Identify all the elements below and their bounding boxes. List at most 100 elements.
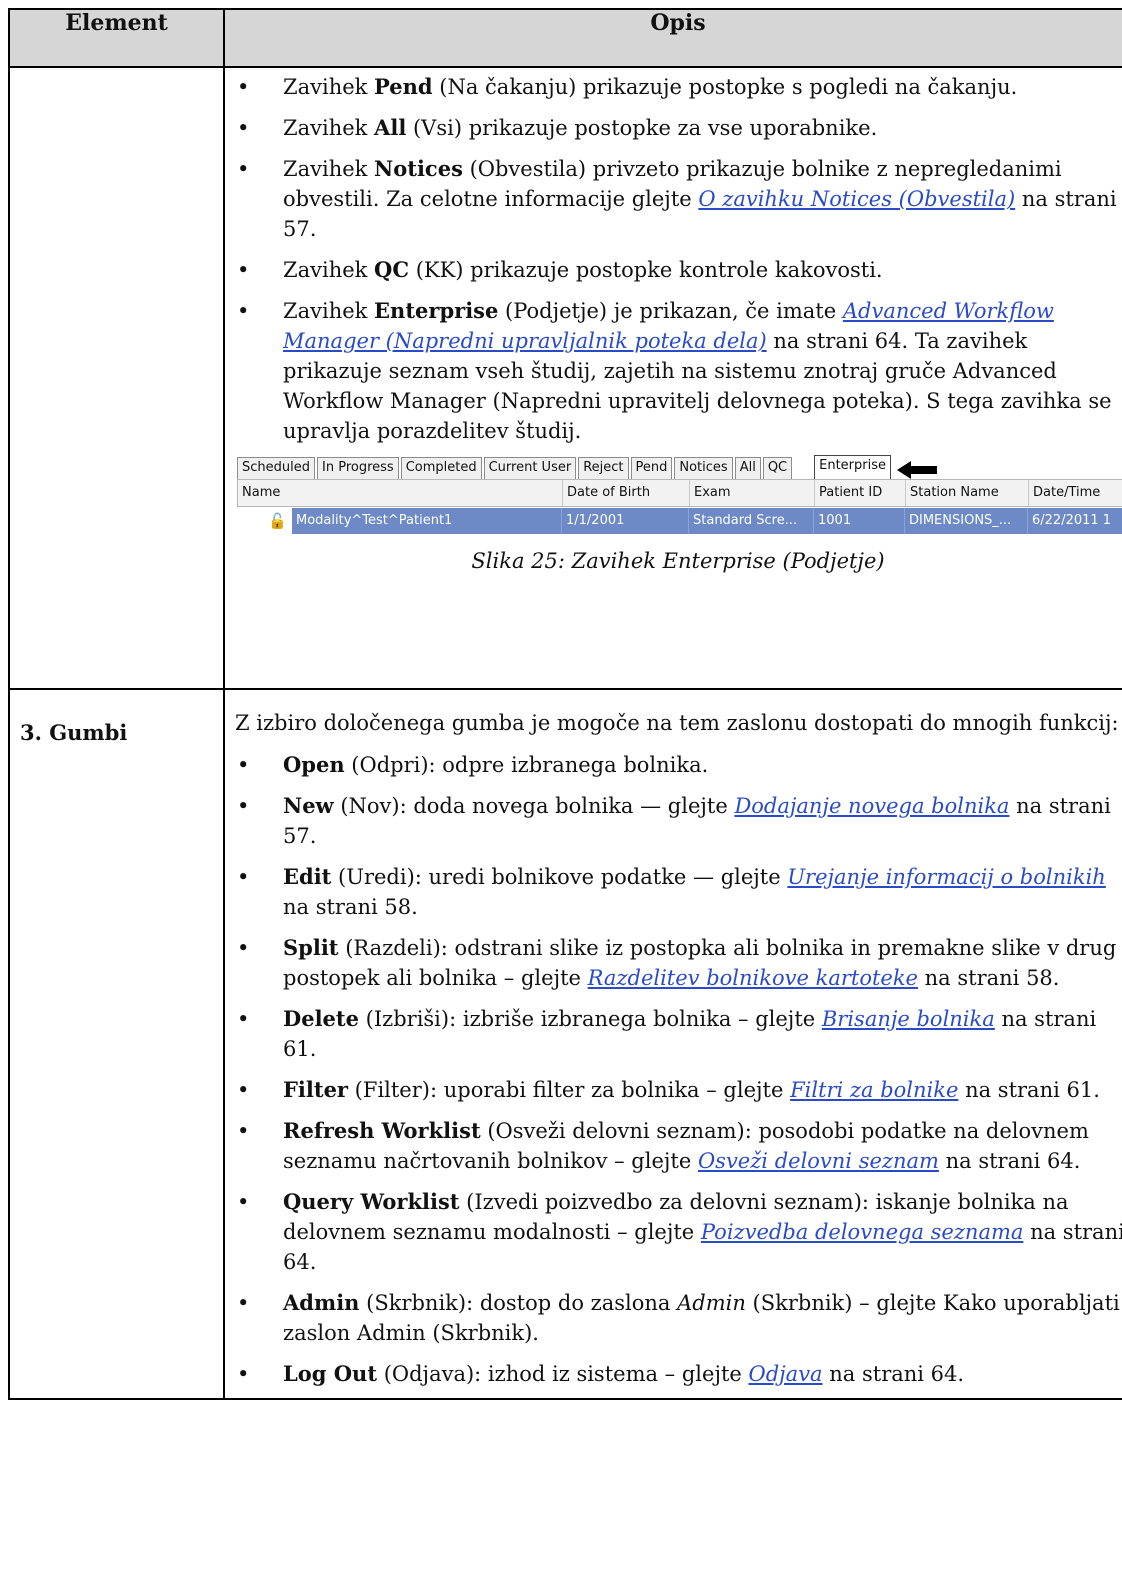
row1-bullet-item: Zavihek Notices (Obvestila) privzeto pri… (225, 152, 1122, 253)
table-cell: 🔓 Modality^Test^Patient1 (268, 507, 562, 534)
column-header[interactable]: Exam (690, 480, 815, 506)
bullet-text: (Vsi) prikazuje postopke za vse uporabni… (406, 116, 878, 140)
row1-bullet-item: Zavihek QC (KK) prikazuje postopke kontr… (225, 253, 1122, 294)
bullet-text: (Uredi): uredi bolnikove podatke — glejt… (331, 865, 788, 889)
bullet-term: Log Out (283, 1361, 378, 1386)
cross-reference-link[interactable]: Brisanje bolnika (822, 1007, 995, 1031)
figure-caption: Slika 25: Zavihek Enterprise (Podjetje) (471, 549, 885, 573)
header-description: Opis (223, 8, 1122, 68)
table-cell: DIMENSIONS_... (905, 507, 1028, 534)
column-header[interactable]: Patient ID (815, 480, 906, 506)
bullet-text: (Podjetje) je prikazan, če imate (498, 299, 843, 323)
row2-bullet-item: New (Nov): doda novega bolnika — glejte … (225, 789, 1122, 860)
row2-bullet-item: Filter (Filter): uporabi filter za bolni… (225, 1073, 1122, 1114)
tab-in-progress[interactable]: In Progress (317, 457, 399, 479)
row1-bullet-list: Zavihek Pend (Na čakanju) prikazuje post… (225, 68, 1122, 455)
bullet-text: (Odjava): izhod iz sistema – glejte (377, 1362, 749, 1386)
row1-bullet-item: Zavihek All (Vsi) prikazuje postopke za … (225, 111, 1122, 152)
bullet-term: New (283, 793, 334, 818)
bullet-term: Notices (374, 156, 463, 181)
row2-intro: Z izbiro določenega gumba je mogoče na t… (235, 711, 1119, 735)
bullet-term: Admin (283, 1290, 360, 1315)
cross-reference-link[interactable]: Razdelitev bolnikove kartoteke (588, 966, 918, 990)
description-table: Element Opis Zavihek Pend (Na čakanju) p… (8, 8, 1122, 1400)
cell-value: 1001 (818, 512, 852, 528)
bullet-text: na strani 64. (938, 1149, 1081, 1173)
bullet-term: All (374, 115, 407, 140)
row2-bullet-item: Query Worklist (Izvedi poizvedbo za delo… (225, 1185, 1122, 1286)
bullet-text: Zavihek (283, 116, 375, 140)
row2-bullet-item: Log Out (Odjava): izhod iz sistema – gle… (225, 1357, 1122, 1398)
table-cell: 1001 (814, 507, 905, 534)
column-header[interactable]: Station Name (906, 480, 1029, 506)
tab-qc[interactable]: QC (762, 457, 793, 479)
bullet-text: (Izbriši): izbriše izbranega bolnika – g… (358, 1007, 822, 1031)
worklist-column-headers: Name Date of Birth Exam Patient ID Station N… (237, 479, 1122, 507)
cross-reference-link[interactable]: O zavihku Notices (Obvestila) (698, 187, 1015, 211)
bullet-text: (Odpri): odpre izbranega bolnika. (344, 753, 709, 777)
tab-enterprise[interactable]: Enterprise (814, 455, 891, 479)
row2-element-cell: 3. Gumbi (8, 688, 225, 1400)
cross-reference-link[interactable]: Urejanje informacij o bolnikih (787, 865, 1105, 889)
row1-bullet-item: Zavihek Enterprise (Podjetje) je prikaza… (225, 294, 1122, 455)
bullet-text: (Skrbnik): dostop do zaslona (359, 1291, 678, 1315)
bullet-text: na strani 58. (917, 966, 1060, 990)
worklist-tabs: Scheduled In Progress Completed Current Use… (237, 455, 1122, 479)
bullet-text: (Na čakanju) prikazuje postopke s pogled… (432, 75, 1018, 99)
row2-bullet-list: Open (Odpri): odpre izbranega bolnika.Ne… (225, 748, 1122, 1398)
row2-bullet-item: Edit (Uredi): uredi bolnikove podatke — … (225, 860, 1122, 931)
header-element: Element (8, 8, 225, 68)
pointer-arrow-icon (897, 461, 937, 479)
tab-notices[interactable]: Notices (674, 457, 733, 479)
row1-bullet-item: Zavihek Pend (Na čakanju) prikazuje post… (225, 70, 1122, 111)
row2-bullet-item: Open (Odpri): odpre izbranega bolnika. (225, 748, 1122, 789)
tab-pend[interactable]: Pend (630, 457, 673, 479)
row2-element-label: 3. Gumbi (20, 720, 128, 745)
bullet-text: Zavihek (283, 75, 375, 99)
bullet-italic-text: Admin (677, 1291, 746, 1315)
row2-description-cell: Z izbiro določenega gumba je mogoče na t… (223, 688, 1122, 1400)
cross-reference-link[interactable]: Odjava (749, 1362, 823, 1386)
cell-value: 1/1/2001 (566, 512, 625, 528)
bullet-term: Query Worklist (283, 1189, 460, 1214)
table-cell: 6/22/2011 1 (1028, 507, 1122, 534)
cell-value: Modality^Test^Patient1 (296, 512, 453, 528)
cell-value: 6/22/2011 1 (1032, 512, 1112, 528)
column-header[interactable]: Date/Time (1029, 480, 1122, 506)
bullet-term: QC (374, 257, 410, 282)
tab-scheduled[interactable]: Scheduled (237, 457, 315, 479)
row2-bullet-item: Admin (Skrbnik): dostop do zaslona Admin… (225, 1286, 1122, 1357)
tab-completed[interactable]: Completed (400, 457, 482, 479)
cross-reference-link[interactable]: Osveži delovni seznam (698, 1149, 939, 1173)
bullet-text: Zavihek (283, 157, 375, 181)
bullet-term: Edit (283, 864, 332, 889)
bullet-term: Filter (283, 1077, 348, 1102)
worklist-row[interactable]: 🔓 Modality^Test^Patient1 1/1/2001 Standard … (237, 507, 1122, 534)
enterprise-tab-screenshot: Scheduled In Progress Completed Current Use… (237, 455, 1122, 541)
row1-description-cell: Zavihek Pend (Na čakanju) prikazuje post… (223, 66, 1122, 690)
bullet-text: Zavihek (283, 299, 375, 323)
table-cell: 1/1/2001 (562, 507, 689, 534)
bullet-term: Delete (283, 1006, 359, 1031)
table-cell: Standard Scre... (689, 507, 814, 534)
bullet-text: na strani 61. (958, 1078, 1100, 1102)
cell-value: Standard Scre... (693, 512, 798, 528)
bullet-text: na strani 64. (822, 1362, 965, 1386)
bullet-term: Split (283, 935, 339, 960)
tab-reject[interactable]: Reject (578, 457, 629, 479)
column-header[interactable]: Name (238, 480, 563, 506)
tab-current-user[interactable]: Current User (483, 457, 577, 479)
cross-reference-link[interactable]: Poizvedba delovnega seznama (701, 1220, 1024, 1244)
bullet-term: Refresh Worklist (283, 1118, 481, 1143)
row2-bullet-item: Refresh Worklist (Osveži delovni seznam)… (225, 1114, 1122, 1185)
column-header[interactable]: Date of Birth (563, 480, 690, 506)
tab-all[interactable]: All (734, 457, 761, 479)
bullet-text: Zavihek (283, 258, 375, 282)
bullet-term: Pend (374, 74, 433, 99)
cell-value: DIMENSIONS_... (909, 512, 1012, 528)
cross-reference-link[interactable]: Filtri za bolnike (790, 1078, 958, 1102)
bullet-text: (KK) prikazuje postopke kontrole kakovos… (409, 258, 883, 282)
bullet-term: Enterprise (374, 298, 499, 323)
cross-reference-link[interactable]: Dodajanje novega bolnika (734, 794, 1009, 818)
row2-bullet-item: Delete (Izbriši): izbriše izbranega boln… (225, 1002, 1122, 1073)
